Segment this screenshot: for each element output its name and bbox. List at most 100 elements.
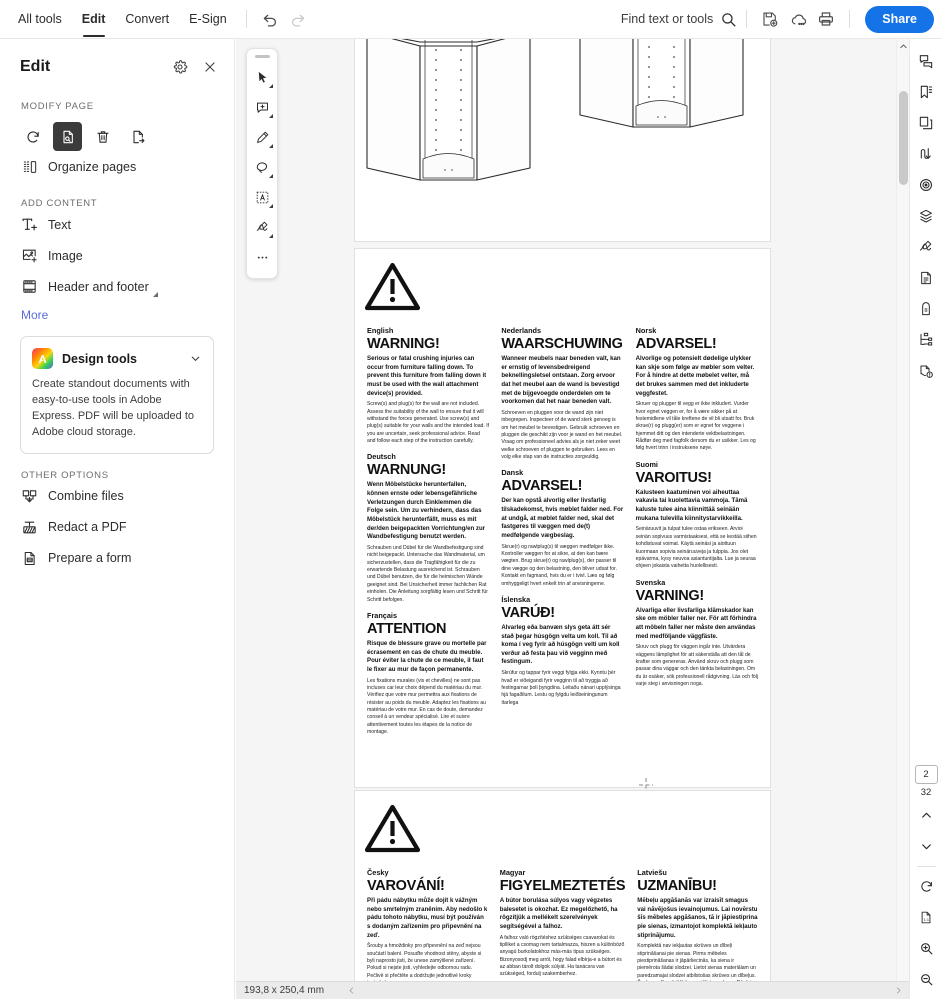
language-body: A falhoz való rögzítéshez szükséges csav… [499,934,625,978]
status-bar-right [891,986,909,995]
language-heading: ADVARSEL! [501,478,583,495]
tab-edit[interactable]: Edit [72,0,116,39]
rotate-page-button[interactable] [18,122,47,151]
previous-page-button[interactable] [913,800,940,831]
organize-pages-item[interactable]: Organize pages [0,151,234,182]
warning-languages-page2: English WARNING! Serious or fatal crushi… [355,316,770,737]
tab-e-sign[interactable]: E-Sign [179,0,237,39]
bookmark-icon[interactable] [913,76,940,107]
arrow-curve-down-icon[interactable] [913,138,940,169]
language-heading: ADVARSEL! [635,336,717,352]
extract-page-button[interactable] [123,122,152,151]
language-name: Česky [367,868,389,877]
comment-bubbles-icon[interactable] [913,45,940,76]
search-icon[interactable] [720,11,737,28]
language-heading: VAROVÁNÍ! [367,878,445,894]
modify-page-buttons [0,112,234,151]
language-lead: Alvarliga eller livsfarliga klämskador k… [635,606,757,640]
add-comment-icon[interactable] [249,92,275,122]
next-page-button[interactable] [913,831,940,862]
language-heading: VARNING! [635,587,705,604]
delete-page-button[interactable] [88,122,117,151]
zoom-out-button[interactable] [913,964,940,995]
target-icon[interactable] [913,169,940,200]
crop-page-button[interactable] [53,122,82,151]
pdf-page-3: Česky VAROVÁNÍ! Při pádu nábytku může do… [354,790,771,982]
header-footer-label: Header and footer [48,279,158,297]
vertical-scrollbar[interactable] [896,39,909,982]
add-image-item[interactable]: Image [0,240,234,271]
design-tools-card[interactable]: Design tools Create standout documents w… [20,336,214,454]
divider [245,10,247,28]
warning-languages-page3: Česky VAROVÁNÍ! Při pádu nábytku může do… [355,858,770,982]
ellipsis-icon[interactable] [249,242,275,272]
current-page-input[interactable]: 2 [914,765,938,784]
document-viewer[interactable]: English WARNING! Serious or fatal crushi… [236,39,909,982]
signature-pen-icon[interactable] [913,231,940,262]
tab-convert[interactable]: Convert [115,0,179,39]
fit-page-button[interactable]: 1:1 [913,902,940,933]
tag-icon[interactable] [913,293,940,324]
language-heading: UZMANĪBU! [637,878,717,894]
language-body: Skrue(r) og rawlplug(s) til væggen medfø… [501,543,617,587]
language-name: Svenska [635,577,666,587]
redo-icon[interactable] [284,5,312,33]
language-body: Skruer og plugger til vegg er ikke inklu… [635,401,756,452]
total-pages-label: 32 [920,787,932,798]
panel-header: Edit [0,39,234,85]
header-footer-item[interactable]: Header and footer [0,271,234,302]
language-name: English [367,326,394,335]
language-heading: WARNUNG! [367,462,446,479]
pages-icon[interactable] [913,107,940,138]
share-button[interactable]: Share [865,5,934,33]
undo-icon[interactable] [256,5,284,33]
language-column-2: Nederlands WAARSCHUWING Wanneer meubels … [501,326,623,737]
add-text-label: Text [48,217,71,232]
tab-all-tools[interactable]: All tools [8,0,72,39]
signature-pen-icon[interactable] [249,212,275,242]
edit-left-panel: Edit MODIFY PAGE Organize pages ADD CONT… [0,39,235,999]
select-text-box-icon[interactable] [249,182,275,212]
design-tools-card-header: Design tools [32,348,202,369]
close-icon[interactable] [198,55,222,79]
organize-pages-icon [21,158,38,175]
layers-icon[interactable] [913,200,940,231]
chevron-right-icon[interactable] [891,986,905,995]
prepare-form-label: Prepare a form [48,551,132,566]
more-link[interactable]: More [0,302,234,322]
language-body: Seinäruuvit ja tulpat tulee ostaa erikse… [635,526,757,570]
gear-icon[interactable] [168,55,192,79]
redact-pdf-item[interactable]: Redact a PDF [0,512,234,543]
zoom-in-button[interactable] [913,933,940,964]
document-alert-icon[interactable] [913,355,940,386]
pencil-icon[interactable] [249,122,275,152]
page-navigation-controls: 2 32 1:1 [913,765,940,999]
warning-triangle-icon [364,804,770,858]
tree-structure-icon[interactable] [913,324,940,355]
combine-files-item[interactable]: Combine files [0,481,234,512]
warning-triangle-icon [364,262,770,316]
print-icon[interactable] [812,5,840,33]
select-tool[interactable] [249,62,275,92]
annotation-floating-toolbar[interactable] [246,48,278,279]
language-lead: Serious or fatal crushing injuries can o… [367,355,487,397]
language-body: Schroeven en pluggen voor de wand zijn n… [501,409,623,461]
find-search[interactable]: Find text or tools [621,11,737,28]
lasso-icon[interactable] [249,152,275,182]
document-icon[interactable] [913,262,940,293]
divider [849,10,851,28]
top-tabs: All tools Edit Convert E-Sign [0,0,312,39]
chevron-down-icon[interactable] [189,352,202,365]
other-options-heading: OTHER OPTIONS [21,469,109,481]
chevron-left-icon[interactable] [344,986,358,995]
add-text-item[interactable]: Text [0,209,234,240]
drag-handle[interactable] [254,55,270,58]
cloud-sync-icon[interactable] [784,5,812,33]
prepare-form-item[interactable]: Prepare a form [0,543,234,574]
scrollbar-thumb[interactable] [899,91,908,185]
save-to-cloud-icon[interactable] [756,5,784,33]
language-lead: Kalusteen kaatuminen voi aiheuttaa vakav… [635,488,748,522]
rotate-view-button[interactable] [913,871,940,902]
design-tools-title: Design tools [62,351,138,366]
language-body: Šrouby a hmoždinky pro připevnění na zeď… [367,943,482,982]
